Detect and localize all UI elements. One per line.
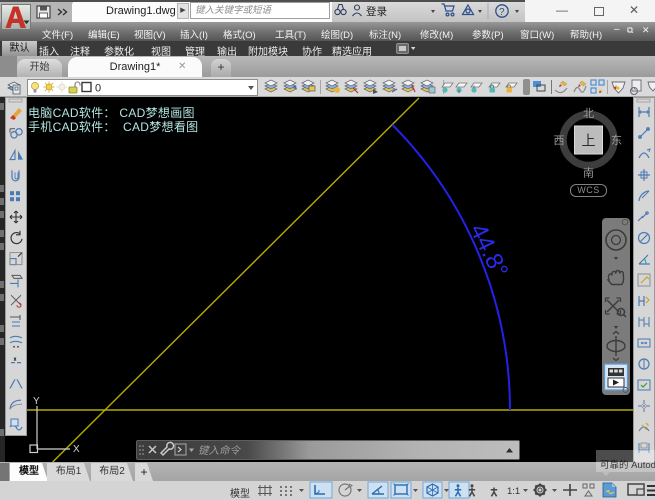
- svg-text:上: 上: [582, 133, 596, 149]
- svg-text:1:1: 1:1: [507, 486, 520, 497]
- svg-text:键入命令: 键入命令: [198, 445, 241, 457]
- svg-text:Y: Y: [33, 396, 40, 407]
- svg-text:X: X: [73, 444, 80, 455]
- svg-text:东: 东: [611, 134, 622, 147]
- svg-text:登录: 登录: [366, 5, 387, 18]
- svg-text:南: 南: [583, 167, 594, 180]
- svg-text:44.8°: 44.8°: [464, 219, 513, 281]
- svg-text:西: 西: [554, 135, 565, 147]
- svg-text:?: ?: [499, 7, 505, 18]
- svg-text:北: 北: [583, 107, 594, 120]
